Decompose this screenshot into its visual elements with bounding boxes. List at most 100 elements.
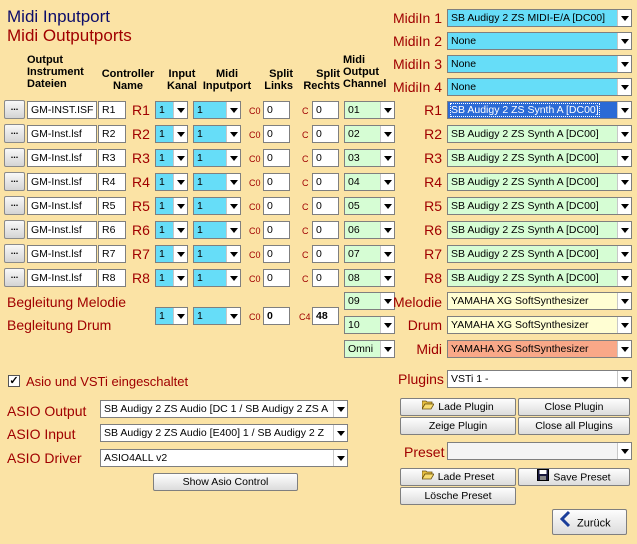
row-7-controller-name[interactable]: R7	[98, 245, 126, 263]
row-5-browse-button[interactable]: ...	[4, 196, 25, 215]
row-3-channel-select[interactable]: 03	[344, 149, 395, 167]
row-6-midi-inputport-select[interactable]: 1	[193, 221, 241, 239]
row-4-input-kanal-select[interactable]: 1	[155, 173, 188, 191]
accomp-split-right-input[interactable]: 48	[312, 307, 339, 325]
row-2-channel-select[interactable]: 02	[344, 125, 395, 143]
asio-output-select[interactable]: SB Audigy 2 ZS Audio [DC 1 / SB Audigy 2…	[100, 400, 348, 418]
row-6-instrument-file[interactable]: GM-Inst.lsf	[27, 221, 97, 239]
channel-select-omni[interactable]: Omni	[344, 340, 395, 358]
loesche-preset-button[interactable]: Lösche Preset	[400, 487, 516, 505]
row-3-split-right-input[interactable]: 0	[312, 149, 339, 167]
row-6-channel-select[interactable]: 06	[344, 221, 395, 239]
row-7-split-right-input[interactable]: 0	[312, 245, 339, 263]
output-select-drum[interactable]: YAMAHA XG SoftSynthesizer	[447, 316, 632, 334]
row-2-controller-name[interactable]: R2	[98, 125, 126, 143]
row-4-split-left-input[interactable]: 0	[263, 173, 290, 191]
channel-select-drum[interactable]: 10	[344, 316, 395, 334]
row-2-midi-inputport-select[interactable]: 1	[193, 125, 241, 143]
asio-driver-select[interactable]: ASIO4ALL v2	[100, 449, 348, 467]
plugins-select[interactable]: VSTi 1 -	[447, 370, 632, 388]
output-r2-select[interactable]: SB Audigy 2 ZS Synth A [DC00]	[447, 125, 632, 143]
row-3-input-kanal-select[interactable]: 1	[155, 149, 188, 167]
output-r3-select[interactable]: SB Audigy 2 ZS Synth A [DC00]	[447, 149, 632, 167]
row-5-controller-name[interactable]: R5	[98, 197, 126, 215]
row-8-split-right-input[interactable]: 0	[312, 269, 339, 287]
row-4-split-right-input[interactable]: 0	[312, 173, 339, 191]
preset-select[interactable]	[447, 442, 632, 460]
row-4-midi-inputport-select[interactable]: 1	[193, 173, 241, 191]
row-2-input-kanal-select[interactable]: 1	[155, 125, 188, 143]
output-r1-select[interactable]: SB Audigy 2 ZS Synth A [DC00]	[447, 101, 632, 119]
row-7-midi-inputport-select[interactable]: 1	[193, 245, 241, 263]
row-1-controller-name[interactable]: R1	[98, 101, 126, 119]
row-8-midi-inputport-select[interactable]: 1	[193, 269, 241, 287]
row-8-split-left-input[interactable]: 0	[263, 269, 290, 287]
row-7-input-kanal-select[interactable]: 1	[155, 245, 188, 263]
row-2-instrument-file[interactable]: GM-Inst.lsf	[27, 125, 97, 143]
row-3-midi-inputport-select[interactable]: 1	[193, 149, 241, 167]
row-7-browse-button[interactable]: ...	[4, 244, 25, 263]
row-8-channel-select[interactable]: 08	[344, 269, 395, 287]
row-6-split-right-input[interactable]: 0	[312, 221, 339, 239]
output-r4-select[interactable]: SB Audigy 2 ZS Synth A [DC00]	[447, 173, 632, 191]
row-5-instrument-file[interactable]: GM-Inst.lsf	[27, 197, 97, 215]
row-4-browse-button[interactable]: ...	[4, 172, 25, 191]
output-select-midi[interactable]: YAMAHA XG SoftSynthesizer	[447, 340, 632, 358]
output-r8-select[interactable]: SB Audigy 2 ZS Synth A [DC00]	[447, 269, 632, 287]
midi-in-4-select[interactable]: None	[447, 78, 632, 96]
row-1-split-right-input[interactable]: 0	[312, 101, 339, 119]
row-1-instrument-file[interactable]: GM-INST.ISF	[27, 101, 97, 119]
row-8-browse-button[interactable]: ...	[4, 268, 25, 287]
asio-input-select[interactable]: SB Audigy 2 ZS Audio [E400] 1 / SB Audig…	[100, 424, 348, 442]
row-7-instrument-file[interactable]: GM-Inst.lsf	[27, 245, 97, 263]
midi-in-2-select[interactable]: None	[447, 32, 632, 50]
row-1-split-left-input[interactable]: 0	[263, 101, 290, 119]
row-5-split-right-input[interactable]: 0	[312, 197, 339, 215]
row-2-split-right-input[interactable]: 0	[312, 125, 339, 143]
channel-select-melodie[interactable]: 09	[344, 292, 395, 310]
lade-plugin-button[interactable]: Lade Plugin	[400, 398, 516, 416]
row-5-midi-inputport-select[interactable]: 1	[193, 197, 241, 215]
row-1-input-kanal-select[interactable]: 1	[155, 101, 188, 119]
row-5-channel-select[interactable]: 05	[344, 197, 395, 215]
asio-checkbox[interactable]: ✓	[8, 375, 20, 387]
output-r5-select[interactable]: SB Audigy 2 ZS Synth A [DC00]	[447, 197, 632, 215]
zurueck-button[interactable]: Zurück	[552, 509, 627, 535]
row-3-instrument-file[interactable]: GM-Inst.lsf	[27, 149, 97, 167]
row-3-split-left-input[interactable]: 0	[263, 149, 290, 167]
row-1-browse-button[interactable]: ...	[4, 100, 25, 119]
midi-in-1-select[interactable]: SB Audigy 2 ZS MIDI-E/A [DC00]	[447, 9, 632, 27]
row-8-controller-name[interactable]: R8	[98, 269, 126, 287]
row-8-instrument-file[interactable]: GM-Inst.lsf	[27, 269, 97, 287]
row-4-controller-name[interactable]: R4	[98, 173, 126, 191]
close-all-plugins-button[interactable]: Close all Plugins	[518, 417, 630, 435]
row-1-midi-inputport-select[interactable]: 1	[193, 101, 241, 119]
close-plugin-button[interactable]: Close Plugin	[518, 398, 630, 416]
row-6-split-left-input[interactable]: 0	[263, 221, 290, 239]
output-r7-select[interactable]: SB Audigy 2 ZS Synth A [DC00]	[447, 245, 632, 263]
row-3-browse-button[interactable]: ...	[4, 148, 25, 167]
row-6-controller-name[interactable]: R6	[98, 221, 126, 239]
row-2-browse-button[interactable]: ...	[4, 124, 25, 143]
row-7-split-left-input[interactable]: 0	[263, 245, 290, 263]
midi-in-3-select[interactable]: None	[447, 55, 632, 73]
row-2-split-left-input[interactable]: 0	[263, 125, 290, 143]
output-r6-select[interactable]: SB Audigy 2 ZS Synth A [DC00]	[447, 221, 632, 239]
lade-preset-button[interactable]: Lade Preset	[400, 468, 516, 486]
row-8-input-kanal-select[interactable]: 1	[155, 269, 188, 287]
output-select-melodie[interactable]: YAMAHA XG SoftSynthesizer	[447, 292, 632, 310]
row-7-channel-select[interactable]: 07	[344, 245, 395, 263]
row-4-instrument-file[interactable]: GM-Inst.lsf	[27, 173, 97, 191]
save-preset-button[interactable]: Save Preset	[518, 468, 630, 486]
row-4-channel-select[interactable]: 04	[344, 173, 395, 191]
row-5-split-left-input[interactable]: 0	[263, 197, 290, 215]
row-6-input-kanal-select[interactable]: 1	[155, 221, 188, 239]
accomp-split-left-input[interactable]: 0	[263, 307, 290, 325]
zeige-plugin-button[interactable]: Zeige Plugin	[400, 417, 516, 435]
accomp-midi-inputport-select[interactable]: 1	[193, 307, 241, 325]
row-3-controller-name[interactable]: R3	[98, 149, 126, 167]
row-6-browse-button[interactable]: ...	[4, 220, 25, 239]
row-5-input-kanal-select[interactable]: 1	[155, 197, 188, 215]
show-asio-control-button[interactable]: Show Asio Control	[153, 473, 298, 491]
row-1-channel-select[interactable]: 01	[344, 101, 395, 119]
